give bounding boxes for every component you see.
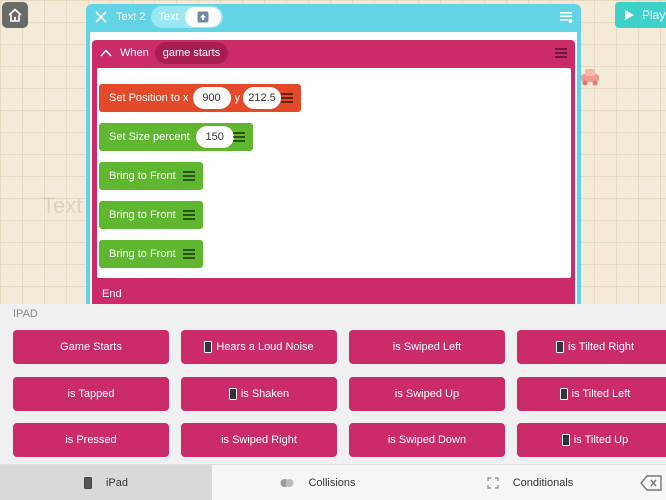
event-tile-label: is Tilted Right [567, 341, 635, 353]
upload-button[interactable] [184, 7, 221, 27]
event-tile-label: is Tilted Up [573, 434, 629, 446]
ipad-icon [204, 341, 213, 353]
event-tile-label: Hears a Loud Noise [216, 341, 314, 353]
event-tile-label: is Pressed [65, 434, 117, 446]
event-tile[interactable]: is Swiped Right [181, 423, 337, 457]
bring-to-front-block[interactable]: Bring to Front [99, 162, 203, 190]
set-position-block[interactable]: Set Position to x 900 y 212.5 [99, 84, 301, 112]
tab-collisions[interactable]: Collisions [212, 465, 424, 500]
bring-to-front-label: Bring to Front [109, 170, 176, 182]
ipad-icon [83, 477, 92, 489]
bring-to-front-label: Bring to Front [109, 248, 176, 260]
event-tile[interactable]: is Swiped Up [349, 377, 505, 411]
event-tile[interactable]: Hears a Loud Noise [181, 330, 337, 364]
when-rule-block[interactable]: When game starts Set Position to x 900 y… [92, 40, 575, 304]
home-icon [8, 8, 22, 22]
event-tile-label: is Swiped Right [221, 434, 297, 446]
stage-text-object[interactable]: Text [42, 193, 82, 219]
bring-to-front-block[interactable]: Bring to Front [99, 240, 203, 268]
script-editor-panel: Text 2 Text When game starts Set Positio… [86, 4, 581, 304]
when-label: When [120, 47, 149, 59]
ipad-icon [561, 434, 570, 446]
car-sprite-icon[interactable] [578, 66, 602, 88]
event-tile-label: is Tilted Left [571, 388, 631, 400]
text-object-chip[interactable]: Text [151, 6, 223, 28]
text-chip-label: Text [158, 11, 179, 23]
object-name: Text 2 [116, 11, 146, 23]
close-icon[interactable] [94, 10, 108, 24]
collisions-icon [280, 479, 294, 487]
ipad-icon [228, 388, 237, 400]
chevron-up-icon[interactable] [100, 48, 112, 58]
play-label: Play [642, 8, 666, 22]
block-menu-icon[interactable] [183, 249, 195, 259]
panel-header: Text 2 Text [86, 4, 581, 30]
event-tile[interactable]: is Tapped [13, 377, 169, 411]
home-button[interactable] [2, 2, 28, 28]
upload-arrow-icon [197, 11, 209, 23]
rule-header: When game starts [92, 40, 575, 66]
event-tile-label: is Swiped Left [392, 341, 462, 353]
event-tile[interactable]: Game Starts [13, 330, 169, 364]
ipad-icon [559, 388, 568, 400]
event-tile-label: is Swiped Up [394, 388, 460, 400]
play-button[interactable]: Play [615, 2, 666, 28]
event-tile-label: is Swiped Down [387, 434, 467, 446]
end-label: End [102, 288, 122, 300]
set-size-block[interactable]: Set Size percent 150 [99, 123, 253, 151]
tab-ipad-label: iPad [105, 477, 129, 489]
position-x-input[interactable]: 900 [192, 87, 231, 109]
backspace-icon[interactable] [640, 475, 662, 491]
event-tile[interactable]: is Shaken [181, 377, 337, 411]
tab-conditionals[interactable]: Conditionals [424, 465, 636, 500]
set-position-label: Set Position to x [109, 92, 189, 104]
ipad-icon [555, 341, 564, 353]
event-tile-label: is Shaken [240, 388, 290, 400]
tab-ipad[interactable]: iPad [0, 465, 212, 500]
bring-to-front-label: Bring to Front [109, 209, 176, 221]
event-tile-label: is Tapped [67, 388, 115, 400]
block-menu-icon[interactable] [183, 171, 195, 181]
event-tile-label: Game Starts [60, 341, 122, 353]
rule-menu-icon[interactable] [555, 48, 567, 58]
event-tile[interactable]: is Swiped Left [349, 330, 505, 364]
block-menu-icon[interactable] [233, 132, 245, 142]
position-y-input[interactable]: 212.5 [243, 87, 281, 109]
tab-collisions-label: Collisions [308, 477, 356, 489]
event-tray: IPAD Game Starts Hears a Loud Noise is Swi… [0, 304, 666, 464]
play-icon [625, 10, 634, 20]
event-tile[interactable]: is Tilted Right [517, 330, 666, 364]
position-y-label: y [234, 92, 241, 104]
tab-conditionals-label: Conditionals [512, 477, 574, 489]
list-menu-icon[interactable] [559, 10, 573, 24]
event-tile[interactable]: is Tilted Up [517, 423, 666, 457]
set-size-label: Set Size percent [109, 131, 190, 143]
event-tile[interactable]: is Swiped Down [349, 423, 505, 457]
size-percent-input[interactable]: 150 [195, 126, 234, 148]
event-tile[interactable]: is Tilted Left [517, 377, 666, 411]
bring-to-front-block[interactable]: Bring to Front [99, 201, 203, 229]
conditionals-icon [487, 477, 499, 489]
rule-body: Set Position to x 900 y 212.5 Set Size p… [97, 68, 571, 278]
tray-title: IPAD [13, 308, 38, 320]
block-menu-icon[interactable] [183, 210, 195, 220]
event-chip[interactable]: game starts [154, 42, 229, 64]
block-menu-icon[interactable] [281, 93, 293, 103]
category-nav: iPad Collisions Conditionals [0, 464, 666, 500]
event-tile[interactable]: is Pressed [13, 423, 169, 457]
